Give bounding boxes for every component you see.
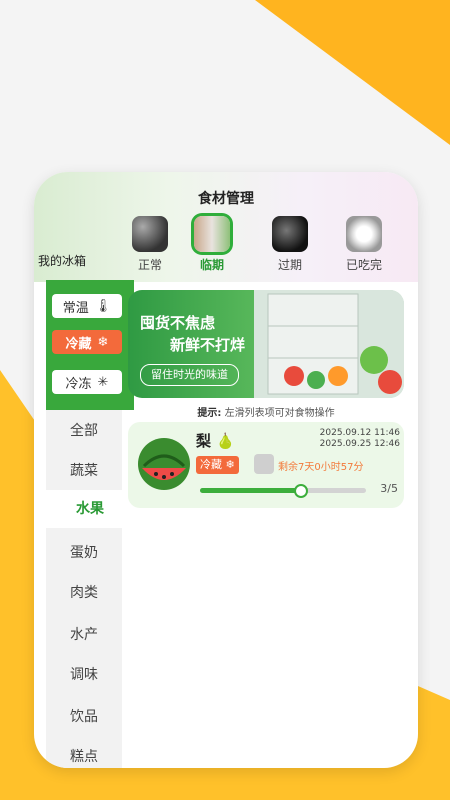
category-all[interactable]: 全部 (46, 420, 122, 440)
promo-banner[interactable]: 囤货不焦虑 新鲜不打烊 留住时光的味道 (128, 290, 404, 398)
my-fridge-label: 我的冰箱 (38, 254, 87, 268)
tab-finished-label: 已吃完 (345, 258, 382, 272)
mode-frozen[interactable]: 冷冻 ✳ (52, 370, 122, 394)
swipe-tip: 提示: 左滑列表项可对食物操作 (128, 404, 404, 419)
page-title: 食材管理 (198, 191, 254, 207)
mode-room-temperature[interactable]: 常温 🌡 (52, 294, 122, 318)
remaining-time: 剩余7天0小时57分 (278, 462, 364, 473)
tip-prefix: 提示: (197, 408, 222, 419)
storage-tag: 冷藏 ❄ (196, 456, 239, 474)
progress-knob (293, 484, 308, 498)
mode-refrigerated[interactable]: 冷藏 ❄ (52, 330, 122, 354)
fridge-cold-icon: ❄ (97, 334, 109, 350)
tab-expired[interactable]: 过期 (260, 216, 320, 273)
app-panel: 食材管理 我的冰箱 正常 临期 过期 已吃完 常温 🌡 冷藏 ❄ 冷冻 ✳ 全部… (34, 172, 418, 768)
mode-frozen-label: 冷冻 (65, 376, 92, 392)
category-seasoning[interactable]: 调味 (46, 664, 122, 684)
tab-normal[interactable]: 正常 (120, 216, 180, 273)
empty-plate-thumbnail (346, 216, 382, 252)
banner-line2: 新鲜不打烊 (170, 336, 246, 354)
category-drinks[interactable]: 饮品 (46, 706, 122, 726)
progress-fill (200, 488, 300, 493)
fridge-cold-icon: ❄ (225, 458, 235, 471)
banner-pill: 留住时光的味道 (140, 364, 239, 386)
item-name-text: 梨 (196, 432, 212, 450)
category-fruit[interactable]: 水果 (46, 490, 134, 528)
banner-line1: 囤货不焦虑 (140, 314, 216, 332)
item-date-2: 2025.09.25 12:46 (319, 439, 400, 449)
fridge-thumbnail (254, 454, 274, 474)
category-pastries[interactable]: 糕点 (46, 746, 122, 766)
tab-finished[interactable]: 已吃完 (334, 216, 394, 273)
tab-normal-label: 正常 (137, 258, 162, 272)
tab-expiring[interactable]: 临期 (182, 216, 242, 273)
tab-expired-label: 过期 (277, 258, 302, 272)
temperature-mode-group: 常温 🌡 冷藏 ❄ 冷冻 ✳ (46, 280, 134, 410)
blueberry-thumbnail (132, 216, 168, 252)
snowflake-icon: ✳ (97, 374, 109, 390)
progress-text: 3/5 (380, 482, 398, 495)
storage-tag-label: 冷藏 (200, 458, 222, 471)
freshness-progress (200, 484, 366, 498)
fridge-thumbnail (194, 216, 230, 252)
category-eggs-dairy[interactable]: 蛋奶 (46, 542, 122, 562)
fridge-illustration (254, 290, 404, 398)
food-item-card[interactable]: 梨 🍐 2025.09.12 11:46 2025.09.25 12:46 冷藏… (128, 422, 404, 508)
item-date-1: 2025.09.12 11:46 (319, 428, 400, 438)
category-meat[interactable]: 肉类 (46, 582, 122, 602)
watermelon-icon (138, 438, 190, 490)
tip-text: 左滑列表项可对食物操作 (224, 408, 335, 419)
tab-expiring-label: 临期 (199, 258, 224, 272)
pear-icon: 🍐 (216, 432, 235, 450)
item-dates: 2025.09.12 11:46 2025.09.25 12:46 (320, 428, 400, 450)
mode-refrigerated-label: 冷藏 (65, 336, 92, 352)
thermometer-icon: 🌡 (94, 298, 112, 314)
category-vegetables[interactable]: 蔬菜 (46, 460, 122, 480)
category-seafood[interactable]: 水产 (46, 624, 122, 644)
item-name: 梨 🍐 (196, 430, 235, 451)
rotten-berries-thumbnail (272, 216, 308, 252)
mode-room-label: 常温 (62, 300, 89, 316)
